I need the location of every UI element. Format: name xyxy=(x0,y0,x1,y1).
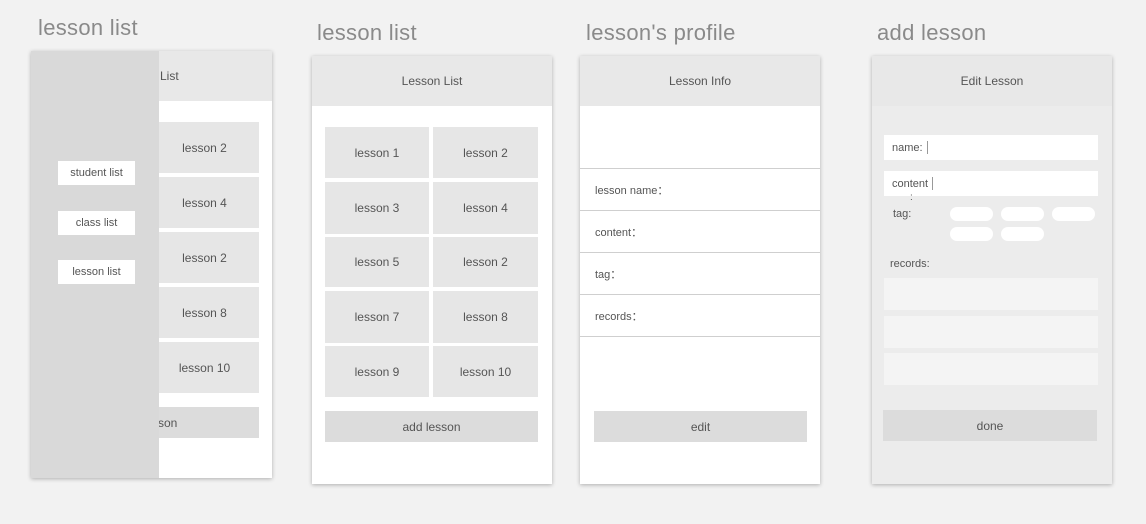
header-title: Edit Lesson xyxy=(960,74,1024,88)
record-field[interactable] xyxy=(884,278,1098,310)
add-lesson-button[interactable]: add lesson xyxy=(325,411,538,442)
header-title: List xyxy=(160,69,179,83)
tag-chip[interactable] xyxy=(1052,207,1095,221)
records-label: records: xyxy=(890,258,930,270)
header-title: Lesson Info xyxy=(668,74,732,88)
content-label-colon: : xyxy=(910,192,913,203)
add-lesson-label: son xyxy=(158,415,178,430)
lesson-tile[interactable]: lesson 1 xyxy=(325,127,429,178)
info-row-content: content： xyxy=(580,210,820,252)
lesson-tile[interactable]: lesson 4 xyxy=(433,182,538,234)
add-lesson-button[interactable]: son xyxy=(150,407,259,438)
record-field[interactable] xyxy=(884,316,1098,348)
nav-drawer: student list class list lesson list xyxy=(31,51,159,478)
lesson-tile[interactable]: lesson 2 xyxy=(433,237,538,287)
screen-lesson-profile: Lesson Info lesson name： content： tag： r… xyxy=(580,56,820,484)
info-row-tag: tag： xyxy=(580,252,820,294)
name-label: name: xyxy=(892,141,923,154)
lesson-tile[interactable]: lesson 7 xyxy=(325,291,429,343)
board-title-lesson-list-2: lesson list xyxy=(317,20,417,45)
lesson-tile[interactable]: lesson 2 xyxy=(433,127,538,178)
text-cursor xyxy=(926,141,928,154)
screen-lesson-list: Lesson List lesson 1 lesson 2 lesson 3 l… xyxy=(312,56,552,484)
lesson-tile[interactable]: lesson 2 xyxy=(150,232,259,283)
board-title-lesson-list-1: lesson list xyxy=(38,15,138,40)
screen-edit-lesson: Edit Lesson name: content : tag: records… xyxy=(872,56,1112,484)
lesson-tile[interactable]: lesson 5 xyxy=(325,237,429,287)
lesson-tile[interactable]: lesson 10 xyxy=(433,346,538,397)
board-title-lesson-profile: lesson's profile xyxy=(586,20,736,45)
drawer-item-class-list[interactable]: class list xyxy=(58,211,135,235)
lesson-tile[interactable]: lesson 4 xyxy=(150,177,259,228)
screen-header: Lesson List xyxy=(312,56,552,106)
tag-chip[interactable] xyxy=(1001,207,1044,221)
done-button[interactable]: done xyxy=(883,410,1097,441)
text-cursor xyxy=(932,177,934,190)
drawer-item-student-list[interactable]: student list xyxy=(58,161,135,185)
board-title-add-lesson: add lesson xyxy=(877,20,987,45)
row-label: tag： xyxy=(595,268,622,281)
lesson-tile[interactable]: lesson 9 xyxy=(325,346,429,397)
content-input[interactable]: content xyxy=(884,171,1098,196)
tag-chip[interactable] xyxy=(950,227,993,241)
screen-header: Lesson Info xyxy=(580,56,820,106)
lesson-tile[interactable]: lesson 8 xyxy=(433,291,538,343)
row-label: lesson name： xyxy=(595,184,669,197)
name-input[interactable]: name: xyxy=(884,135,1098,160)
tag-label: tag: xyxy=(893,208,912,220)
screen-header: Edit Lesson xyxy=(872,56,1112,106)
info-row-records: records： xyxy=(580,294,820,337)
lesson-tile[interactable]: lesson 8 xyxy=(150,287,259,338)
lesson-tile[interactable]: lesson 2 xyxy=(150,122,259,173)
tag-chip[interactable] xyxy=(1001,227,1044,241)
tag-chip[interactable] xyxy=(950,207,993,221)
header-title: Lesson List xyxy=(401,74,463,88)
info-row-lesson-name: lesson name： xyxy=(580,168,820,210)
edit-button[interactable]: edit xyxy=(594,411,807,442)
row-label: content： xyxy=(595,226,643,239)
drawer-item-lesson-list[interactable]: lesson list xyxy=(58,260,135,284)
content-label: content xyxy=(892,177,929,190)
record-field[interactable] xyxy=(884,353,1098,385)
screen-lesson-list-drawer: List lesson 2 lesson 4 lesson 2 lesson 8… xyxy=(31,51,272,478)
row-label: records： xyxy=(595,310,643,323)
lesson-tile[interactable]: lesson 3 xyxy=(325,182,429,234)
lesson-tile[interactable]: lesson 10 xyxy=(150,342,259,393)
